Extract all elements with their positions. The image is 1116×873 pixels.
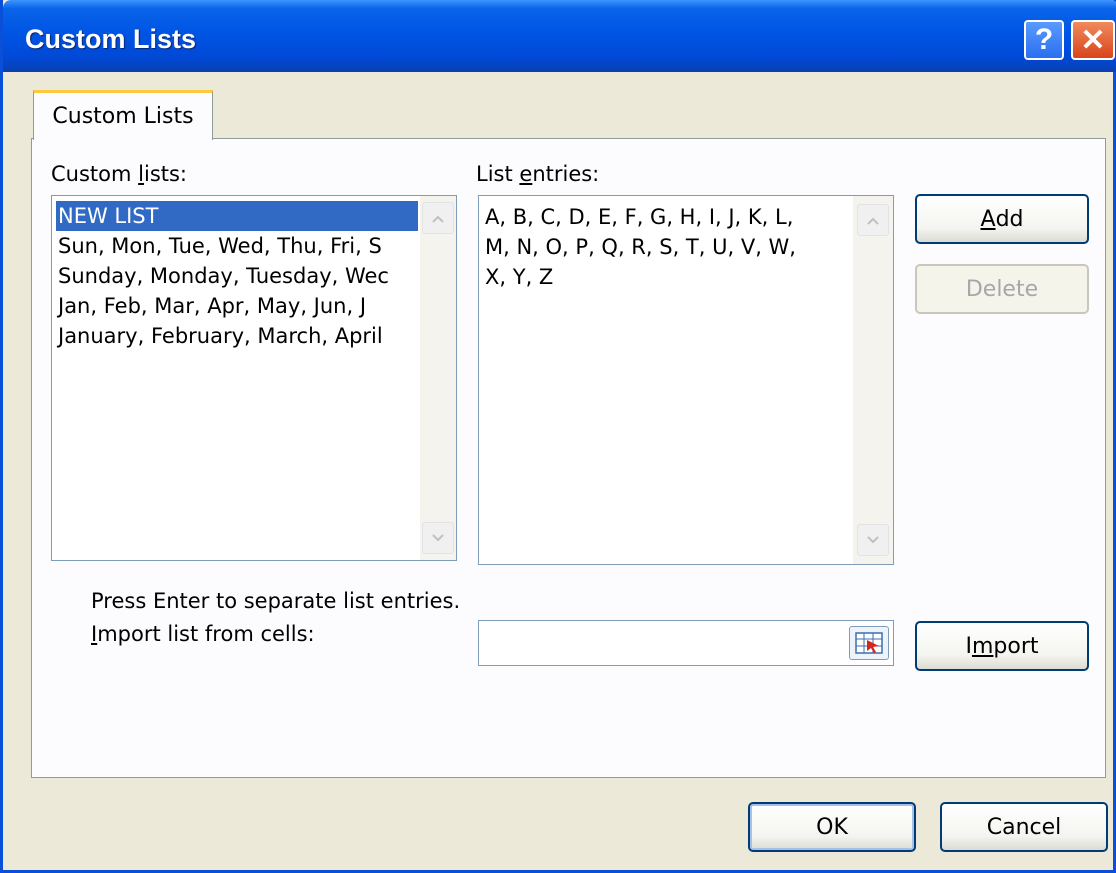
chevron-down-icon [867,535,879,543]
custom-lists-listbox[interactable]: NEW LIST Sun, Mon, Tue, Wed, Thu, Fri, S… [51,195,457,561]
entry-line: X, Y, Z [485,265,554,289]
scroll-up-button[interactable] [857,204,889,236]
import-range-input[interactable] [478,620,894,666]
button-label: OK [816,814,848,840]
hint-text: Press Enter to separate list entries. [91,589,461,613]
list-item[interactable]: Jan, Feb, Mar, Apr, May, Jun, J [56,291,418,321]
button-label: Delete [965,276,1039,302]
button-label: Cancel [986,814,1062,840]
button-accel: A [980,206,996,232]
custom-lists-label: Custom lists: [51,162,187,186]
custom-lists-scrollbar[interactable] [420,196,456,560]
tab-custom-lists[interactable]: Custom Lists [33,90,213,140]
list-entries-label: List entries: [476,162,599,186]
custom-lists-items: NEW LIST Sun, Mon, Tue, Wed, Thu, Fri, S… [56,201,418,351]
entry-line: M, N, O, P, Q, R, S, T, U, V, W, [485,235,796,259]
list-entries-textarea[interactable]: A, B, C, D, E, F, G, H, I, J, K, L, M, N… [478,195,894,565]
cancel-button[interactable]: Cancel [940,802,1108,852]
close-icon: ✕ [1080,23,1106,57]
list-item[interactable]: Sunday, Monday, Tuesday, Wec [56,261,418,291]
list-entries-text: A, B, C, D, E, F, G, H, I, J, K, L, M, N… [485,202,851,292]
close-button[interactable]: ✕ [1071,20,1115,60]
button-label: dd [995,206,1024,232]
chevron-down-icon [432,533,444,541]
label-text: ntries: [532,162,600,186]
list-item[interactable]: Sun, Mon, Tue, Wed, Thu, Fri, S [56,231,418,261]
dialog-title: Custom Lists [25,24,197,54]
label-text: Custom [51,162,139,186]
label-text: List [476,162,520,186]
button-label: port [993,633,1039,659]
label-text: mport list from cells: [97,622,315,646]
list-entries-scrollbar[interactable] [853,196,893,564]
ok-button[interactable]: OK [748,802,916,852]
label-text: ists: [143,162,188,186]
list-item[interactable]: NEW LIST [56,201,418,231]
import-button[interactable]: Im port [915,621,1089,671]
help-button[interactable]: ? [1024,20,1064,60]
collapse-dialog-button[interactable] [849,626,889,660]
chevron-up-icon [867,217,879,225]
list-item[interactable]: January, February, March, April [56,321,418,351]
range-select-icon [855,632,883,654]
help-icon: ? [1034,23,1054,56]
scroll-down-button[interactable] [422,522,454,554]
scroll-down-button[interactable] [857,524,889,556]
import-label: Import list from cells: [91,622,315,646]
entry-line: A, B, C, D, E, F, G, H, I, J, K, L, [485,205,794,229]
custom-lists-dialog: Custom Lists ? ✕ Custom Lists Custom lis… [0,0,1116,873]
delete-button[interactable]: Delete [915,264,1089,314]
title-bar[interactable]: Custom Lists ? ✕ [3,0,1116,72]
chevron-up-icon [432,215,444,223]
label-accel: e [519,162,533,186]
scroll-up-button[interactable] [422,202,454,234]
button-accel: m [971,633,994,659]
tab-label: Custom Lists [52,104,194,129]
add-button[interactable]: Add [915,194,1089,244]
